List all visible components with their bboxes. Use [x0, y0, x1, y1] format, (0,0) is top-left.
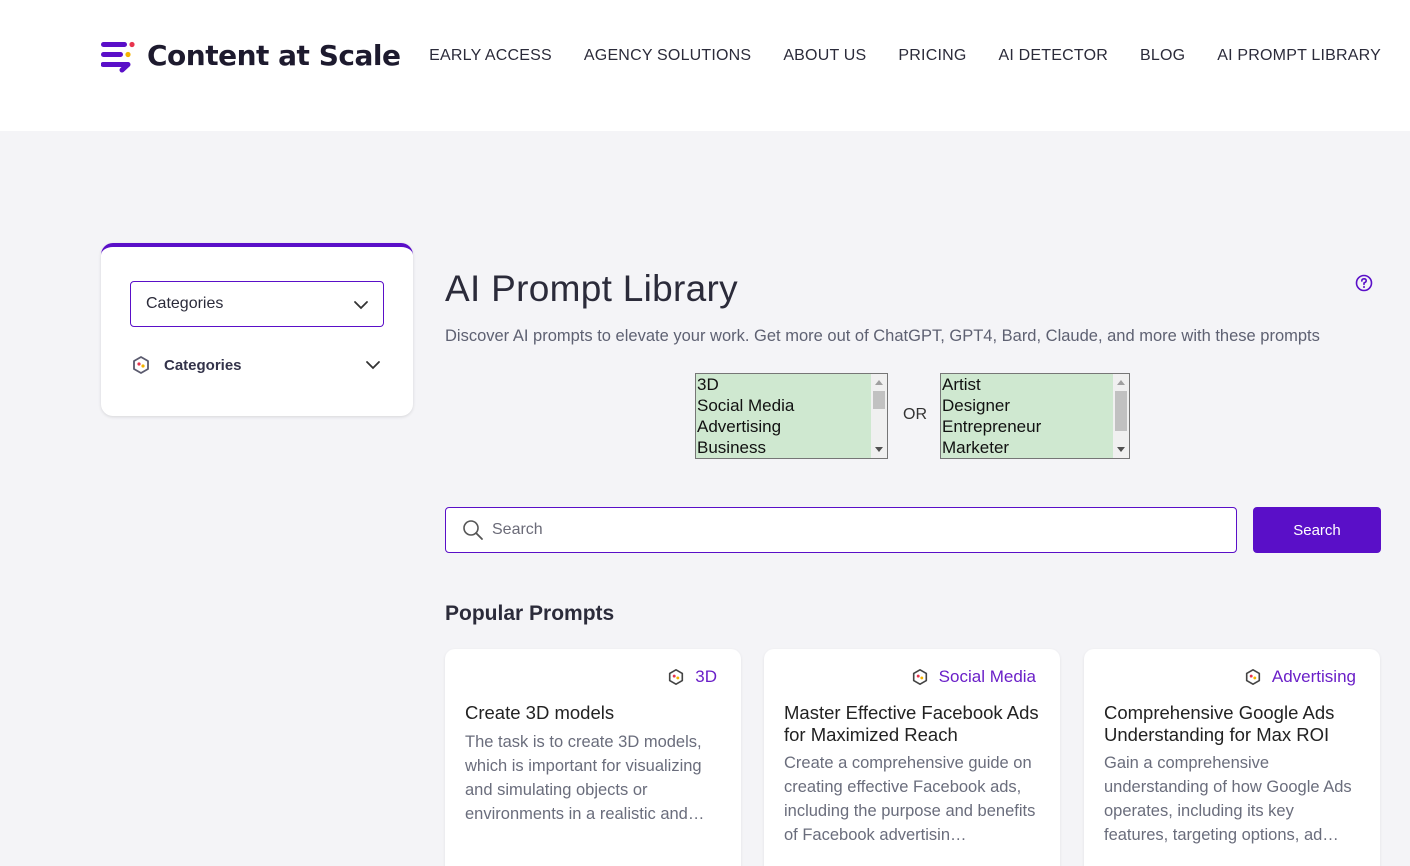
search-button[interactable]: Search: [1253, 507, 1381, 553]
scroll-down-icon[interactable]: [1117, 447, 1125, 452]
site-header: Content at Scale EARLY ACCESS AGENCY SOL…: [0, 0, 1410, 131]
role-option[interactable]: Designer: [941, 395, 1129, 416]
category-listbox[interactable]: 3D Social Media Advertising Business: [695, 373, 888, 459]
hexagon-category-icon: [133, 356, 149, 374]
prompt-card-tag[interactable]: 3D: [667, 667, 717, 687]
popular-prompts-heading: Popular Prompts: [445, 602, 615, 625]
hexagon-category-icon: [912, 668, 927, 686]
categories-accordion[interactable]: Categories: [131, 353, 381, 377]
role-option[interactable]: Marketer: [941, 437, 1129, 458]
prompt-card-description: Create a comprehensive guide on creating…: [784, 754, 1036, 844]
scrollbar-thumb[interactable]: [873, 391, 885, 409]
listbox-scrollbar[interactable]: [871, 374, 887, 458]
prompt-card[interactable]: Social Media Master Effective Facebook A…: [764, 649, 1060, 866]
prompt-card-tag[interactable]: Social Media: [911, 667, 1036, 687]
scroll-up-icon[interactable]: [1117, 380, 1125, 385]
hexagon-category-icon: [669, 668, 684, 686]
prompt-card[interactable]: 3D Create 3D models The task is to creat…: [445, 649, 741, 866]
role-listbox[interactable]: Artist Designer Entrepreneur Marketer: [940, 373, 1130, 459]
prompt-card-description: The task is to create 3D models, which i…: [465, 733, 705, 823]
category-option[interactable]: Social Media: [696, 395, 887, 416]
brand-name: Content at Scale: [147, 38, 401, 72]
categories-dropdown-value: Categories: [146, 295, 224, 312]
nav-pricing[interactable]: PRICING: [898, 46, 966, 66]
nav-ai-prompt-library[interactable]: AI PROMPT LIBRARY: [1217, 46, 1381, 66]
category-option[interactable]: 3D: [696, 374, 887, 395]
prompt-card-tag-label: Advertising: [1271, 667, 1356, 686]
page-subtitle: Discover AI prompts to elevate your work…: [445, 327, 1320, 345]
prompt-card-tag-label: Social Media: [938, 667, 1036, 686]
question-circle-icon[interactable]: [1355, 274, 1373, 292]
nav-early-access[interactable]: EARLY ACCESS: [429, 46, 552, 66]
hexagon-category-icon: [1245, 668, 1261, 686]
nav-agency-solutions[interactable]: AGENCY SOLUTIONS: [584, 46, 751, 66]
prompt-card-title[interactable]: Create 3D models: [465, 702, 725, 724]
prompt-card-title[interactable]: Master Effective Facebook Ads for Maximi…: [784, 702, 1044, 746]
category-option[interactable]: Advertising: [696, 416, 887, 437]
category-option[interactable]: Business: [696, 437, 887, 458]
page-title: AI Prompt Library: [445, 268, 738, 309]
prompt-card-title[interactable]: Comprehensive Google Ads Understanding f…: [1104, 702, 1364, 746]
categories-dropdown[interactable]: Categories: [130, 281, 384, 327]
nav-about-us[interactable]: ABOUT US: [783, 46, 866, 66]
chevron-down-icon: [354, 301, 368, 310]
categories-accordion-label: Categories: [164, 356, 242, 374]
scroll-down-icon[interactable]: [875, 447, 883, 452]
listbox-scrollbar[interactable]: [1113, 374, 1129, 458]
prompt-card-tag-label: 3D: [695, 667, 717, 686]
scrollbar-thumb[interactable]: [1115, 391, 1127, 431]
sidebar-filter-card: Categories Categories: [101, 243, 413, 416]
chevron-down-icon: [366, 361, 380, 370]
role-option[interactable]: Entrepreneur: [941, 416, 1129, 437]
search-input[interactable]: [492, 521, 1192, 539]
scroll-up-icon[interactable]: [875, 380, 883, 385]
search-icon: [463, 520, 483, 540]
search-bar: [445, 507, 1237, 553]
prompt-card-description: Gain a comprehensive understanding of ho…: [1104, 754, 1352, 844]
nav-ai-detector[interactable]: AI DETECTOR: [999, 46, 1108, 66]
nav-blog[interactable]: BLOG: [1140, 46, 1185, 66]
brand-logo[interactable]: Content at Scale: [101, 37, 401, 73]
prompt-card[interactable]: Advertising Comprehensive Google Ads Und…: [1084, 649, 1380, 866]
or-separator: OR: [903, 406, 927, 423]
role-option[interactable]: Artist: [941, 374, 1129, 395]
main-nav: EARLY ACCESS AGENCY SOLUTIONS ABOUT US P…: [429, 46, 1381, 66]
prompt-card-tag[interactable]: Advertising: [1244, 667, 1356, 687]
content-at-scale-logo-icon: [101, 41, 135, 73]
